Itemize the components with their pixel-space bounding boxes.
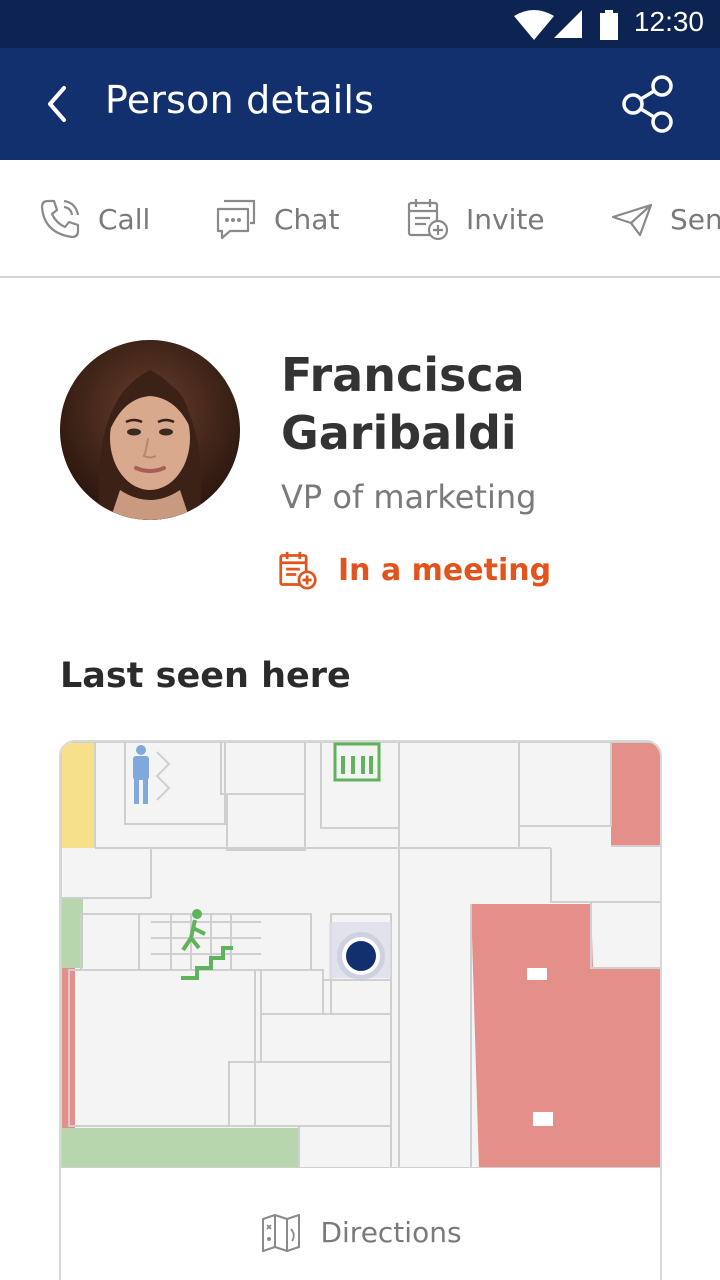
avatar: [60, 340, 240, 520]
directions-label: Directions: [320, 1215, 462, 1249]
calendar-add-icon: [407, 199, 449, 241]
directions-button[interactable]: Directions: [61, 1170, 660, 1280]
call-button[interactable]: Call: [38, 196, 150, 242]
chat-icon: [216, 199, 256, 240]
person-last-name: Garibaldi: [281, 406, 517, 460]
invite-button[interactable]: Invite: [406, 196, 545, 242]
room-green-left: [61, 898, 83, 968]
chat-label: Chat: [274, 202, 340, 236]
back-arrow-icon[interactable]: [34, 78, 84, 130]
location-marker: [329, 922, 391, 980]
status-time: 12:30: [633, 6, 704, 37]
section-title: Last seen here: [60, 656, 351, 696]
call-label: Call: [98, 202, 151, 236]
phone-icon: [40, 199, 80, 239]
app-bar: Person details: [0, 48, 720, 160]
share-icon[interactable]: [616, 72, 680, 136]
floor-map[interactable]: [61, 742, 660, 1169]
floor-plan: [61, 742, 660, 1169]
wifi-icon: [514, 10, 554, 40]
signal-icon: [554, 10, 582, 38]
chat-button[interactable]: Chat: [214, 196, 339, 242]
action-bar: Call Chat Invite Sen: [0, 160, 720, 278]
room-yellow: [61, 742, 95, 848]
room-red-top-right: [611, 742, 660, 846]
invite-label: Invite: [466, 202, 545, 236]
send-label: Sen: [670, 202, 720, 236]
room-green-bottom: [61, 1128, 299, 1168]
map-icon: [262, 1214, 301, 1252]
status-bar: 12:30: [0, 0, 720, 48]
page-title: Person details: [105, 78, 375, 122]
avatar-photo: [60, 340, 240, 520]
send-button[interactable]: Sen: [610, 196, 720, 242]
battery-icon: [600, 10, 618, 40]
person-role: VP of marketing: [281, 478, 537, 516]
person-first-name: Francisca: [281, 348, 525, 402]
person-name: Francisca Garibaldi: [281, 346, 701, 462]
send-icon: [611, 203, 653, 237]
presence-status: In a meeting: [278, 550, 551, 590]
location-card: Directions: [59, 740, 662, 1280]
presence-status-label: In a meeting: [338, 552, 552, 588]
calendar-add-icon: [279, 551, 317, 590]
